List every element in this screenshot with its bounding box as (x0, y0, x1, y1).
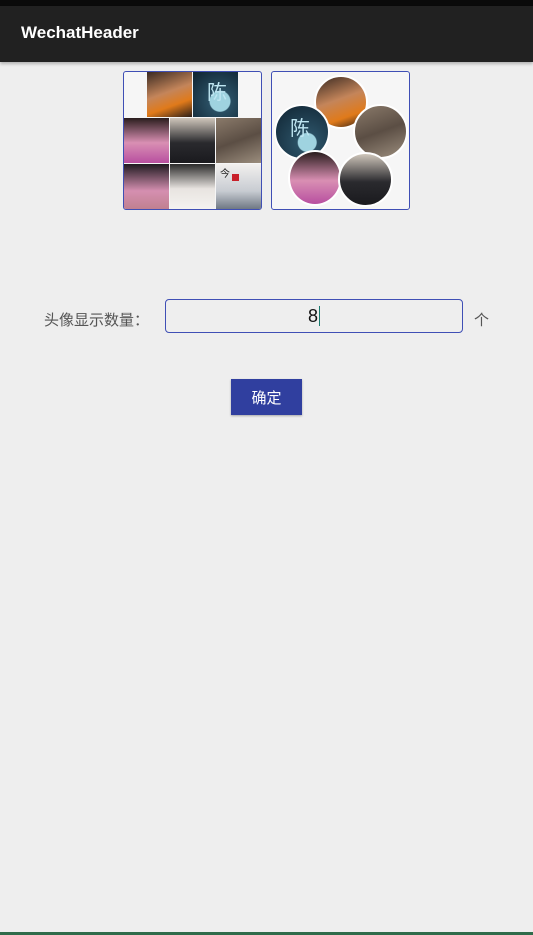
avatar-count-value: 8 (307, 306, 318, 326)
app-title: WechatHeader (21, 23, 139, 42)
avatar-tile-7 (170, 164, 215, 209)
avatar-tile-6 (124, 164, 169, 209)
avatar-tile-5 (216, 118, 261, 163)
avatar-count-unit: 个 (474, 311, 490, 329)
confirm-button-label: 确定 (251, 388, 282, 407)
avatar-tile-8-seal (232, 174, 239, 181)
avatar-grid-image: 陈 今 (123, 71, 262, 210)
avatar-circles-image: 陈 (271, 71, 410, 210)
avatar-circle-5 (338, 152, 393, 207)
avatar-circle-2-glyph: 陈 (290, 116, 310, 140)
confirm-button[interactable]: 确定 (231, 379, 302, 415)
avatar-circle-4 (288, 150, 342, 206)
avatar-tile-2-glyph: 陈 (207, 80, 227, 104)
text-caret (319, 306, 320, 326)
avatar-tile-3 (124, 118, 169, 163)
avatar-circle-3 (353, 104, 408, 159)
avatar-tile-2: 陈 (193, 72, 238, 117)
avatar-tile-1 (147, 72, 192, 117)
app-bar: WechatHeader (0, 6, 533, 62)
avatar-count-label: 头像显示数量： (44, 311, 150, 329)
avatar-count-input[interactable]: 8 (165, 299, 463, 333)
avatar-tile-4 (170, 118, 215, 163)
avatar-tile-8-glyph: 今 (220, 169, 230, 180)
avatar-tile-8: 今 (216, 164, 261, 209)
